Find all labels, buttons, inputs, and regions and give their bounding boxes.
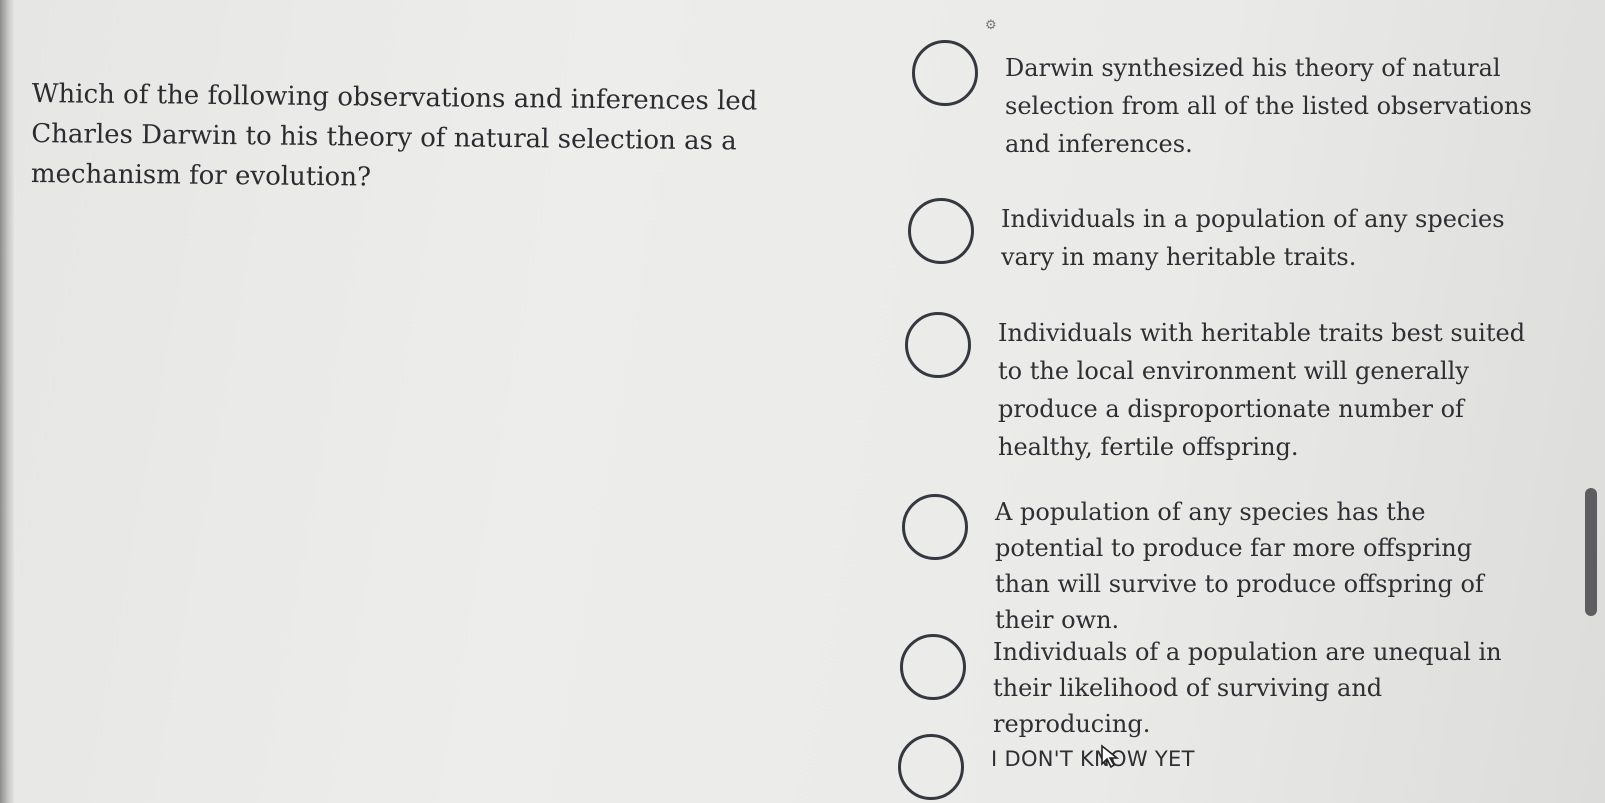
answer-option-dont-know[interactable]: I DON'T KNOW YET: [898, 734, 1558, 800]
answer-option-2-label: Individuals in a population of any speci…: [1001, 205, 1505, 271]
answer-option-4-label: A population of any species has the pote…: [995, 498, 1484, 634]
screen-bezel-edge: [0, 0, 14, 803]
answer-option-1[interactable]: Darwin synthesized his theory of natural…: [912, 40, 1572, 163]
scrollbar-thumb[interactable]: [1585, 488, 1597, 616]
mouse-pointer-icon: [1101, 744, 1120, 769]
radio-button-icon[interactable]: [900, 634, 966, 700]
answer-option-3[interactable]: Individuals with heritable traits best s…: [905, 312, 1565, 466]
answer-option-5[interactable]: Individuals of a population are unequal …: [900, 634, 1560, 742]
answer-option-1-label: Darwin synthesized his theory of natural…: [1005, 54, 1532, 158]
answer-option-dont-know-label: I DON'T KNOW YET: [991, 747, 1195, 771]
question-text: Which of the following observations and …: [30, 78, 758, 193]
radio-button-icon[interactable]: [902, 494, 968, 560]
answer-option-5-label: Individuals of a population are unequal …: [993, 638, 1502, 738]
small-gear-icon: ⚙: [985, 18, 997, 33]
answer-option-4[interactable]: A population of any species has the pote…: [902, 494, 1562, 638]
radio-button-icon[interactable]: [908, 198, 974, 264]
answer-option-3-label: Individuals with heritable traits best s…: [998, 319, 1526, 461]
answer-option-2[interactable]: Individuals in a population of any speci…: [908, 198, 1568, 276]
radio-button-icon[interactable]: [898, 734, 964, 800]
radio-button-icon[interactable]: [912, 40, 978, 106]
radio-button-icon[interactable]: [905, 312, 971, 378]
